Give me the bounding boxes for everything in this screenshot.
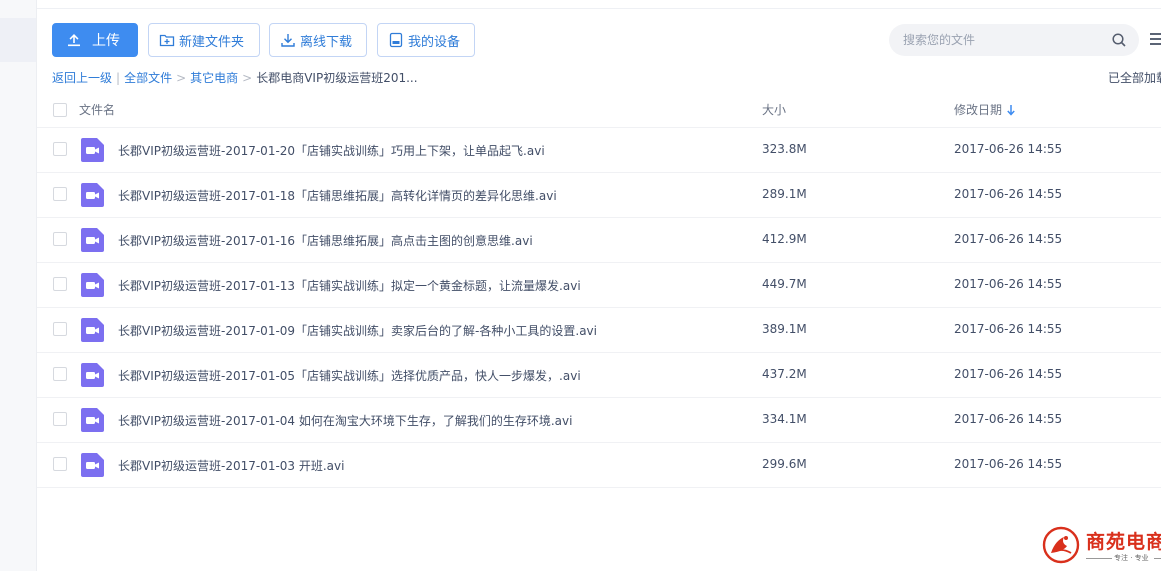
file-size: 412.9M [762,232,807,246]
watermark: 商苑电商学院 专注 · 专业 [1042,525,1161,567]
video-file-icon [81,453,104,477]
file-checkbox[interactable] [53,367,67,381]
offline-download-label: 离线下载 [300,33,353,49]
upload-label: 上传 [92,32,120,48]
table-header: 文件名 大小 修改日期 [37,92,1161,128]
file-row[interactable]: 长郡VIP初级运营班-2017-01-16「店铺思维拓展」高点击主图的创意思维.… [37,218,1161,263]
video-file-icon [81,138,104,162]
watermark-subtitle: 专注 · 专业 [1114,554,1149,562]
upload-button[interactable]: 上传 [52,23,138,57]
search-box [889,24,1139,56]
video-file-icon [81,273,104,297]
offline-download-button[interactable]: 离线下载 [269,23,367,57]
file-browser: 上传 新建文件夹 离线下载 我的设备 返回上一级 | 全部文件 > 其它电商 >… [37,0,1161,571]
left-sidebar [0,0,36,571]
breadcrumb: 返回上一级 | 全部文件 > 其它电商 > 长郡电商VIP初级运营班201... [52,69,418,86]
breadcrumb-all-files-link[interactable]: 全部文件 [124,69,172,86]
top-border [37,8,1161,9]
file-row[interactable]: 长郡VIP初级运营班-2017-01-09「店铺实战训练」卖家后台的了解-各种小… [37,308,1161,353]
column-header-name[interactable]: 文件名 [79,101,115,118]
new-folder-icon [159,34,175,47]
file-modified-date: 2017-06-26 14:55 [954,232,1063,246]
file-name[interactable]: 长郡VIP初级运营班-2017-01-05「店铺实战训练」选择优质产品，快人一步… [118,367,581,384]
file-size: 323.8M [762,142,807,156]
file-modified-date: 2017-06-26 14:55 [954,322,1063,336]
search-icon[interactable] [1111,32,1127,48]
file-checkbox[interactable] [53,412,67,426]
breadcrumb-back-link[interactable]: 返回上一级 [52,69,112,86]
file-size: 289.1M [762,187,807,201]
sidebar-selected-item[interactable] [0,18,36,62]
file-name[interactable]: 长郡VIP初级运营班-2017-01-20「店铺实战训练」巧用上下架，让单品起飞… [118,142,545,159]
watermark-rule [1154,558,1161,559]
my-devices-button[interactable]: 我的设备 [377,23,475,57]
select-all-checkbox[interactable] [53,103,67,117]
upload-icon [68,34,80,47]
video-file-icon [81,408,104,432]
breadcrumb-folder-link[interactable]: 其它电商 [190,69,238,86]
device-icon [389,32,403,48]
column-header-modified[interactable]: 修改日期 [954,101,1016,118]
my-devices-label: 我的设备 [408,33,461,49]
video-file-icon [81,318,104,342]
file-name[interactable]: 长郡VIP初级运营班-2017-01-04 如何在淘宝大环境下生存，了解我们的生… [118,412,572,429]
file-name[interactable]: 长郡VIP初级运营班-2017-01-03 开班.avi [118,457,344,474]
file-checkbox[interactable] [53,232,67,246]
video-file-icon [81,228,104,252]
file-modified-date: 2017-06-26 14:55 [954,142,1063,156]
file-checkbox[interactable] [53,277,67,291]
download-icon [281,34,295,47]
file-row[interactable]: 长郡VIP初级运营班-2017-01-03 开班.avi 299.6M 2017-0… [37,443,1161,488]
breadcrumb-current: 长郡电商VIP初级运营班201... [256,71,418,85]
breadcrumb-separator: | [116,70,121,85]
file-checkbox[interactable] [53,457,67,471]
load-status: 已全部加载 [1108,71,1161,85]
file-row[interactable]: 长郡VIP初级运营班-2017-01-04 如何在淘宝大环境下生存，了解我们的生… [37,398,1161,443]
file-name[interactable]: 长郡VIP初级运营班-2017-01-09「店铺实战训练」卖家后台的了解-各种小… [118,322,597,339]
file-modified-date: 2017-06-26 14:55 [954,277,1063,291]
file-modified-date: 2017-06-26 14:55 [954,412,1063,426]
file-size: 299.6M [762,457,807,471]
watermark-title: 商苑电商学院 [1086,531,1161,553]
file-row[interactable]: 长郡VIP初级运营班-2017-01-20「店铺实战训练」巧用上下架，让单品起飞… [37,128,1161,173]
file-checkbox[interactable] [53,142,67,156]
file-modified-date: 2017-06-26 14:55 [954,367,1063,381]
file-checkbox[interactable] [53,322,67,336]
file-name[interactable]: 长郡VIP初级运营班-2017-01-16「店铺思维拓展」高点击主图的创意思维.… [118,232,533,249]
column-header-modified-label: 修改日期 [954,103,1003,117]
new-folder-label: 新建文件夹 [179,33,245,49]
file-modified-date: 2017-06-26 14:55 [954,187,1063,201]
file-name[interactable]: 长郡VIP初级运营班-2017-01-13「店铺实战训练」拟定一个黄金标题，让流… [118,277,581,294]
video-file-icon [81,183,104,207]
watermark-logo-icon [1042,526,1080,564]
watermark-rule [1086,558,1112,559]
file-size: 389.1M [762,322,807,336]
breadcrumb-arrow: > [242,70,253,85]
file-size: 334.1M [762,412,807,426]
file-row[interactable]: 长郡VIP初级运营班-2017-01-13「店铺实战训练」拟定一个黄金标题，让流… [37,263,1161,308]
list-menu-icon[interactable] [1150,32,1161,46]
file-modified-date: 2017-06-26 14:55 [954,457,1063,471]
column-header-size[interactable]: 大小 [762,101,786,118]
file-list: 长郡VIP初级运营班-2017-01-20「店铺实战训练」巧用上下架，让单品起飞… [37,128,1161,488]
file-row[interactable]: 长郡VIP初级运营班-2017-01-05「店铺实战训练」选择优质产品，快人一步… [37,353,1161,398]
breadcrumb-arrow: > [176,70,187,85]
search-input[interactable] [903,33,1103,47]
video-file-icon [81,363,104,387]
file-size: 437.2M [762,367,807,381]
file-size: 449.7M [762,277,807,291]
file-name[interactable]: 长郡VIP初级运营班-2017-01-18「店铺思维拓展」高转化详情页的差异化思… [118,187,557,204]
new-folder-button[interactable]: 新建文件夹 [148,23,260,57]
file-row[interactable]: 长郡VIP初级运营班-2017-01-18「店铺思维拓展」高转化详情页的差异化思… [37,173,1161,218]
file-checkbox[interactable] [53,187,67,201]
sort-desc-icon [1007,104,1015,116]
